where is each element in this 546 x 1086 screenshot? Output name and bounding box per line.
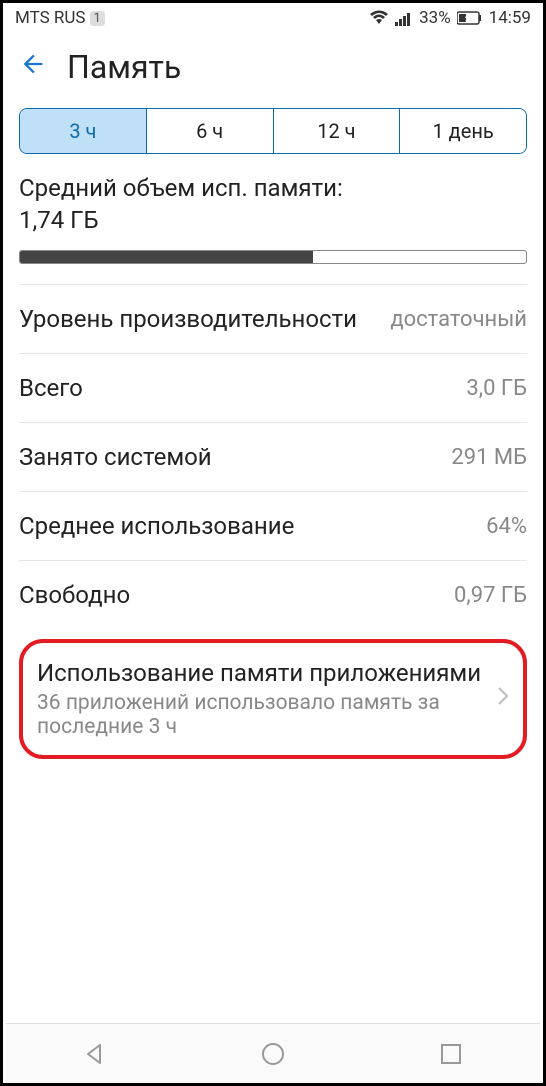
clock: 14:59 [489,8,531,28]
row-performance: Уровень производительности достаточный [19,284,527,353]
row-system: Занято системой 291 МБ [19,422,527,491]
row-avg-use: Среднее использование 64% [19,491,527,560]
segment-3h[interactable]: 3 ч [20,109,147,153]
nav-home-button[interactable] [260,1041,286,1067]
total-label: Всего [19,374,83,402]
sim-badge: 1 [90,11,105,26]
avg-use-label: Среднее использование [19,512,294,540]
memory-progress-fill [20,251,313,263]
avg-memory-value: 1,74 ГБ [19,206,527,234]
memory-progress-bar [19,250,527,264]
page-title: Память [67,48,181,86]
app-memory-usage-item[interactable]: Использование памяти приложениями 36 при… [19,639,527,759]
performance-label: Уровень производительности [19,305,357,333]
back-arrow-icon[interactable] [19,50,47,85]
time-range-segmented: 3 ч 6 ч 12 ч 1 день [19,108,527,154]
total-value: 3,0 ГБ [466,376,527,401]
segment-1day[interactable]: 1 день [400,109,526,153]
avg-use-value: 64% [486,514,527,539]
chevron-right-icon [497,686,509,712]
app-usage-subtitle: 36 приложений использовало память за пос… [37,691,489,739]
signal-icon [395,10,413,26]
system-value: 291 МБ [451,445,527,470]
navigation-bar [6,1023,540,1083]
avg-memory-label: Средний объем исп. памяти: [19,174,527,202]
system-label: Занято системой [19,443,212,471]
battery-icon [457,11,483,25]
battery-percent: 33% [419,8,451,28]
free-value: 0,97 ГБ [454,583,527,608]
row-total: Всего 3,0 ГБ [19,353,527,422]
performance-value: достаточный [390,307,527,332]
header: Память [3,30,543,100]
carrier-label: MTS RUS [15,8,86,28]
segment-6h[interactable]: 6 ч [147,109,274,153]
nav-recent-button[interactable] [438,1041,464,1067]
status-bar: MTS RUS 1 33% 14:59 [3,3,543,30]
nav-back-button[interactable] [82,1041,108,1067]
wifi-icon [369,10,389,26]
row-free: Свободно 0,97 ГБ [19,560,527,629]
free-label: Свободно [19,581,130,609]
app-usage-title: Использование памяти приложениями [37,659,489,687]
segment-12h[interactable]: 12 ч [274,109,401,153]
